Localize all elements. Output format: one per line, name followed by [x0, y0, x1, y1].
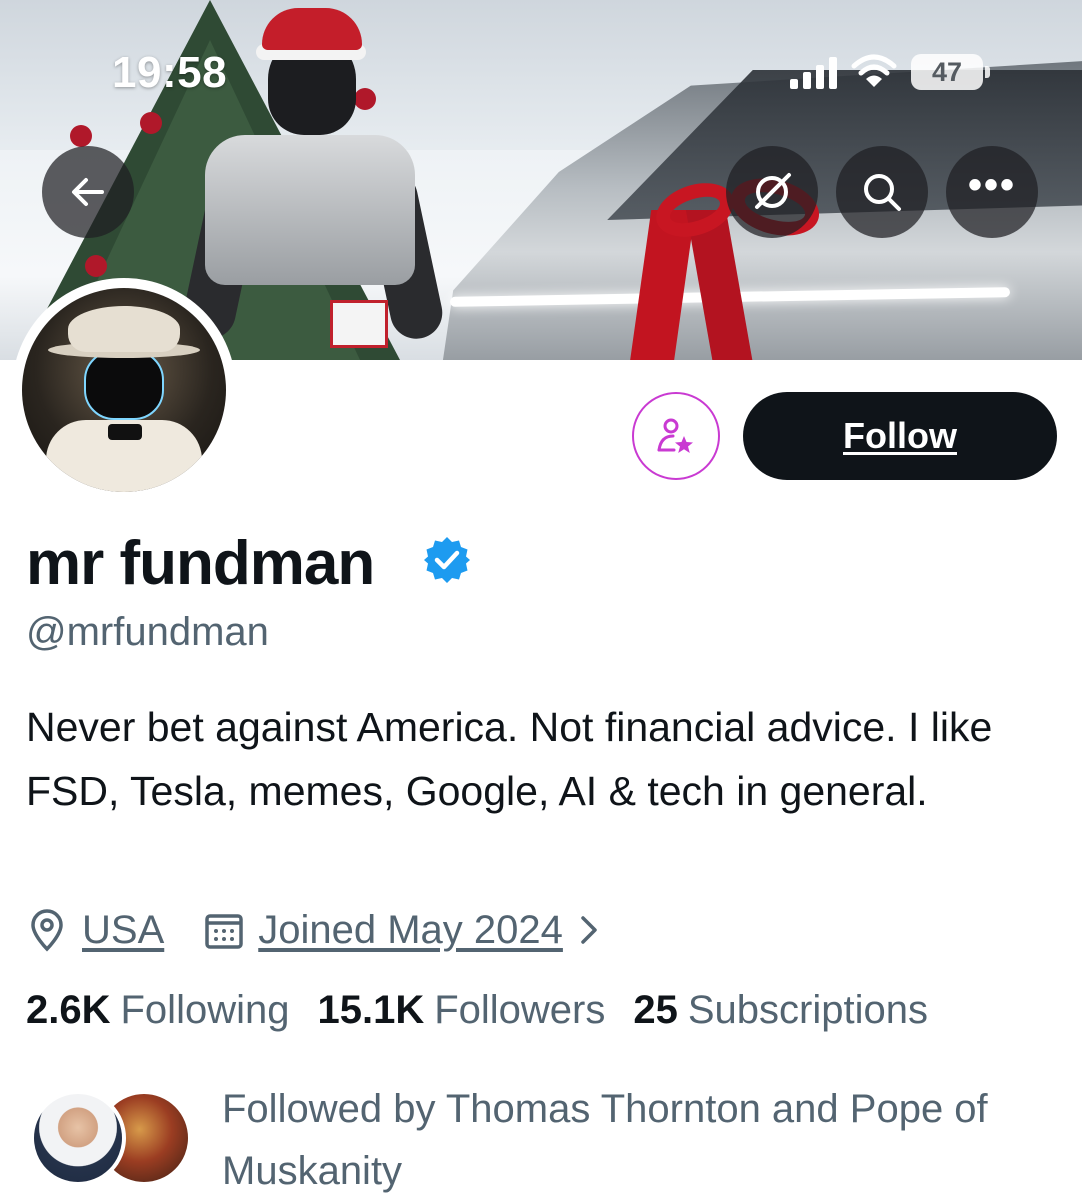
search-icon: [864, 174, 901, 211]
more-icon: •••: [967, 163, 1016, 207]
search-button[interactable]: [836, 146, 928, 238]
banner-gift-box: [330, 300, 388, 348]
person-star-icon: [657, 418, 693, 453]
banner-ornament: [354, 88, 376, 110]
followed-by-text[interactable]: Followed by Thomas Thornton and Pope of …: [222, 1078, 1062, 1200]
following-stat[interactable]: 2.6K Following: [26, 988, 289, 1033]
status-time: 19:58: [112, 48, 228, 97]
location-link[interactable]: USA: [82, 908, 164, 953]
grok-icon: [755, 173, 791, 209]
subscriptions-stat[interactable]: 25 Subscriptions: [633, 988, 928, 1033]
followers-count: 15.1K: [317, 988, 425, 1032]
banner-ornament: [140, 112, 162, 134]
banner-ornament: [85, 255, 107, 277]
banner-santa-hat: [262, 8, 362, 50]
wifi-icon: [851, 54, 897, 87]
display-name: mr fundman: [26, 529, 375, 598]
banner-ornament: [70, 125, 92, 147]
chevron-right-icon[interactable]: [577, 912, 601, 948]
battery-icon: 47: [911, 54, 990, 90]
subscriptions-label: Subscriptions: [687, 988, 928, 1032]
grok-button[interactable]: [726, 146, 818, 238]
joined-date-link[interactable]: Joined May 2024: [258, 908, 563, 953]
subscriptions-count: 25: [633, 988, 678, 1032]
avatar-image: [22, 288, 226, 492]
followed-by-avatars[interactable]: [30, 1090, 200, 1190]
profile-avatar[interactable]: [12, 278, 236, 502]
back-arrow-icon: [72, 178, 104, 206]
profile-stats: 2.6K Following 15.1K Followers 25 Subscript…: [26, 988, 956, 1033]
followers-label: Followers: [434, 988, 606, 1032]
follow-button[interactable]: Follow: [743, 392, 1057, 480]
banner-robot-body: [205, 135, 415, 285]
status-icons: 47: [790, 50, 990, 94]
followers-stat[interactable]: 15.1K Followers: [317, 988, 605, 1033]
verified-badge-icon[interactable]: [422, 535, 472, 585]
following-label: Following: [120, 988, 290, 1032]
cellular-signal-icon: [790, 55, 837, 89]
avatar: [30, 1090, 126, 1186]
calendar-icon: [204, 910, 244, 950]
location-pin-icon: [26, 908, 68, 952]
profile-meta: USA Joined May 2024: [26, 900, 601, 960]
more-options-button[interactable]: •••: [946, 146, 1038, 238]
following-count: 2.6K: [26, 988, 111, 1032]
profile-bio: Never bet against America. Not financial…: [26, 704, 993, 814]
subscribe-button[interactable]: [632, 392, 720, 480]
battery-level: 47: [931, 56, 963, 87]
profile-handle: @mrfundman: [26, 610, 269, 654]
back-button[interactable]: [42, 146, 134, 238]
